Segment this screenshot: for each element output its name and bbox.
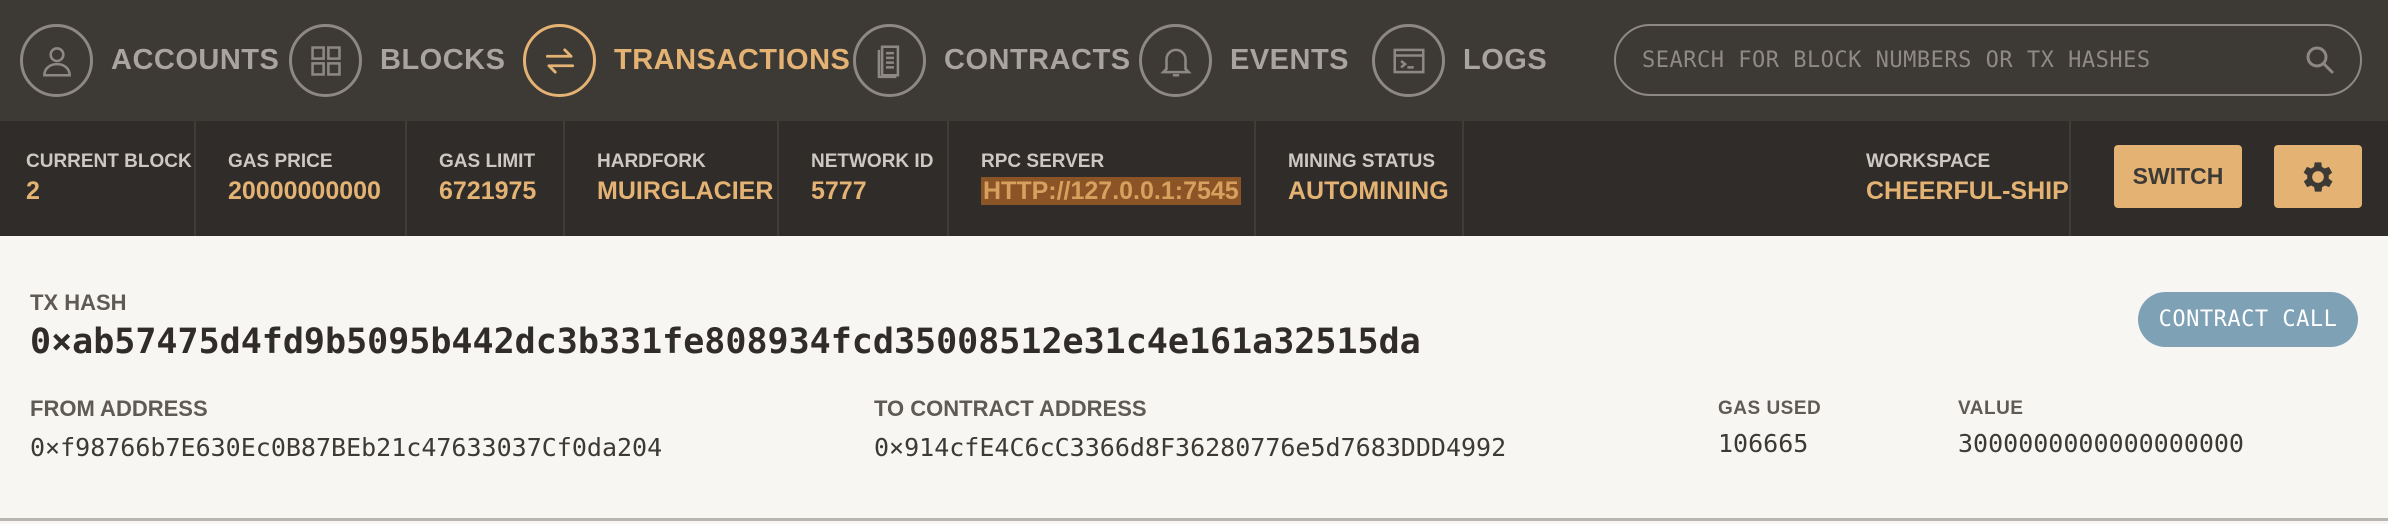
document-icon: [853, 24, 926, 97]
switch-button[interactable]: SWITCH: [2114, 145, 2242, 208]
value-label: VALUE: [1958, 398, 2024, 419]
network-id-label: NETWORK ID: [811, 151, 934, 172]
status-divider: [2069, 121, 2071, 236]
tx-hash-label: TX HASH: [30, 290, 127, 315]
gas-price: GAS PRICE 20000000000: [196, 121, 407, 236]
status-bar: CURRENT BLOCK 2 GAS PRICE 20000000000 GA…: [0, 121, 2388, 236]
mining-status: MINING STATUS AUTOMINING: [1256, 121, 1464, 236]
gas-limit-label: GAS LIMIT: [439, 151, 536, 172]
search-icon[interactable]: [2302, 42, 2338, 78]
to-contract-address-value: 0×914cfE4C6cC3366d8F36280776e5d7683DDD49…: [874, 433, 1507, 462]
rpc-server-url[interactable]: HTTP://127.0.0.1:7545: [981, 177, 1241, 205]
nav-transactions[interactable]: TRANSACTIONS: [523, 0, 850, 121]
from-address-value: 0×f98766b7E630Ec0B87BEb21c47633037Cf0da2…: [30, 433, 663, 462]
tx-hash-value: 0×ab57475d4fd9b5095b442dc3b331fe808934fc…: [30, 322, 1421, 362]
settings-button[interactable]: [2274, 145, 2362, 208]
hardfork: HARDFORK MUIRGLACIER: [565, 121, 779, 236]
search-box[interactable]: [1614, 24, 2362, 96]
current-block-label: CURRENT BLOCK: [26, 151, 192, 172]
transaction-detail: TX HASH 0×ab57475d4fd9b5095b442dc3b331fe…: [0, 236, 2388, 520]
workspace-value: CHEERFUL-SHIP: [1866, 177, 2069, 205]
rpc-server: RPC SERVER HTTP://127.0.0.1:7545: [949, 121, 1256, 236]
gas-price-label: GAS PRICE: [228, 151, 333, 172]
gas-price-value: 20000000000: [228, 177, 381, 205]
network-id: NETWORK ID 5777: [779, 121, 949, 236]
nav-accounts-label: ACCOUNTS: [111, 44, 280, 76]
mining-status-label: MINING STATUS: [1288, 151, 1436, 172]
arrows-exchange-icon: [523, 24, 596, 97]
top-navigation: ACCOUNTS BLOCKS TRANSACTIONS CONTRACTS E…: [0, 0, 2388, 121]
nav-logs-label: LOGS: [1463, 44, 1548, 76]
gear-icon: [2298, 157, 2338, 197]
nav-transactions-label: TRANSACTIONS: [614, 44, 851, 76]
nav-events-label: EVENTS: [1230, 44, 1350, 76]
network-id-value: 5777: [811, 177, 867, 205]
gas-used-value: 106665: [1718, 429, 1809, 458]
search-input[interactable]: [1642, 47, 2302, 73]
nav-logs[interactable]: LOGS: [1372, 0, 1547, 121]
nav-contracts-label: CONTRACTS: [944, 44, 1131, 76]
gas-used-label: GAS USED: [1718, 398, 1822, 419]
hardfork-label: HARDFORK: [597, 151, 706, 172]
rpc-server-label: RPC SERVER: [981, 151, 1105, 172]
terminal-icon: [1372, 24, 1445, 97]
workspace: WORKSPACE CHEERFUL-SHIP: [1866, 121, 2069, 236]
bell-icon: [1139, 24, 1212, 97]
workspace-label: WORKSPACE: [1866, 151, 1991, 172]
hardfork-value: MUIRGLACIER: [597, 177, 774, 205]
nav-blocks-label: BLOCKS: [380, 44, 506, 76]
rpc-server-value[interactable]: HTTP://127.0.0.1:7545: [981, 177, 1254, 206]
value-value: 3000000000000000000: [1958, 429, 2244, 458]
current-block: CURRENT BLOCK 2: [0, 121, 196, 236]
blocks-grid-icon: [289, 24, 362, 97]
tx-type-badge: CONTRACT CALL: [2138, 292, 2358, 347]
nav-blocks[interactable]: BLOCKS: [289, 0, 505, 121]
gas-limit: GAS LIMIT 6721975: [407, 121, 565, 236]
nav-accounts[interactable]: ACCOUNTS: [20, 0, 279, 121]
from-address-label: FROM ADDRESS: [30, 396, 208, 421]
nav-events[interactable]: EVENTS: [1139, 0, 1349, 121]
to-contract-address-label: TO CONTRACT ADDRESS: [874, 396, 1147, 421]
current-block-value: 2: [26, 177, 40, 205]
bottom-divider: [0, 518, 2388, 521]
user-icon: [20, 24, 93, 97]
nav-contracts[interactable]: CONTRACTS: [853, 0, 1131, 121]
gas-limit-value: 6721975: [439, 177, 537, 205]
mining-status-value: AUTOMINING: [1288, 177, 1449, 205]
